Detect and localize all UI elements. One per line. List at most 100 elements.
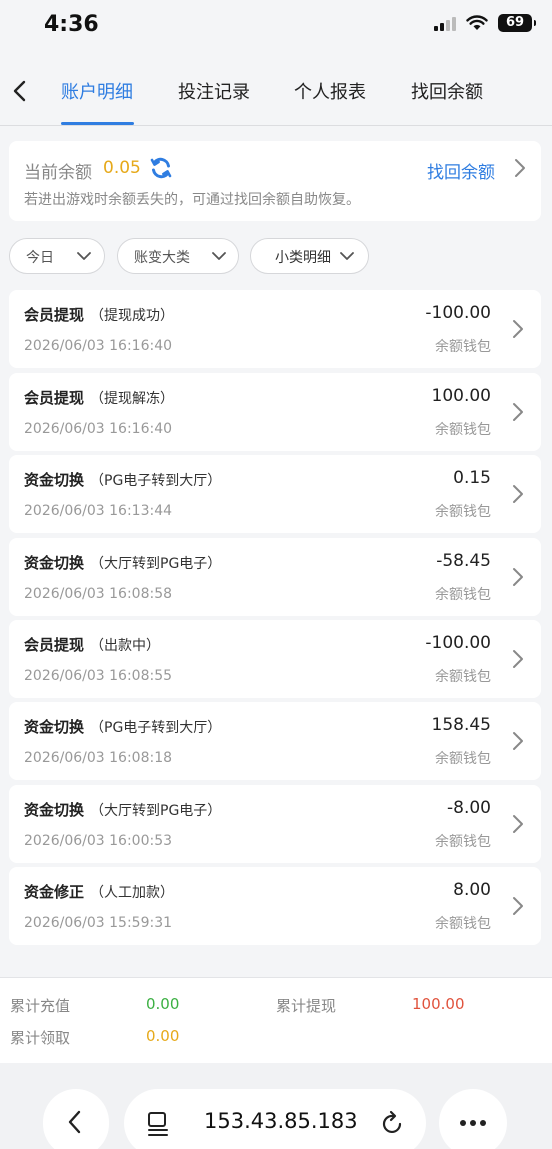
record-title: 会员提现 （提现成功） xyxy=(24,304,174,325)
filter-subcategory[interactable]: 小类明细 xyxy=(250,238,369,274)
record-wallet: 余额钱包 xyxy=(435,751,491,767)
record-wallet: 余额钱包 xyxy=(435,504,491,520)
record-subtype: （PG电子转到大厅） xyxy=(90,473,222,489)
record-time: 2026/06/03 16:13:44 xyxy=(24,503,173,519)
wifi-icon xyxy=(466,15,488,30)
record-wallet: 余额钱包 xyxy=(435,339,491,355)
record-subtype: （人工加款） xyxy=(90,885,175,901)
chevron-down-icon xyxy=(77,252,91,260)
status-bar: 4:36 69 xyxy=(0,0,552,56)
cellular-signal-icon xyxy=(434,15,456,31)
balance-hint: 若进出游戏时余额丢失的，可通过找回余额自助恢复。 xyxy=(24,192,360,208)
filter-category-label: 账变大类 xyxy=(134,250,190,266)
total-claim-label: 累计领取 xyxy=(10,1029,71,1047)
address-url: 153.43.85.183 xyxy=(204,1109,358,1133)
record-amount: 158.45 xyxy=(431,715,491,735)
record-item[interactable]: 会员提现 （提现解冻） 2026/06/03 16:16:40 100.00 余额… xyxy=(9,373,541,451)
record-title: 资金切换 （PG电子转到大厅） xyxy=(24,716,221,737)
refresh-icon[interactable] xyxy=(149,156,173,180)
recover-balance-link[interactable]: 找回余额 xyxy=(427,158,495,183)
reload-icon[interactable] xyxy=(380,1109,406,1137)
address-bar[interactable]: 153.43.85.183 xyxy=(124,1089,426,1149)
record-subtype: （大厅转到PG电子） xyxy=(90,556,222,572)
filter-date-label: 今日 xyxy=(26,250,54,266)
browser-more-button[interactable] xyxy=(439,1089,507,1149)
record-item[interactable]: 会员提现 （提现成功） 2026/06/03 16:16:40 -100.00 余… xyxy=(9,290,541,368)
chevron-down-icon xyxy=(212,252,226,260)
chevron-right-icon[interactable] xyxy=(513,157,527,179)
balance-label: 当前余额 xyxy=(24,163,92,183)
chevron-down-icon xyxy=(340,252,354,260)
record-title: 资金切换 （大厅转到PG电子） xyxy=(24,552,221,573)
record-subtype: （出款中） xyxy=(90,638,161,654)
total-withdraw-label: 累计提现 xyxy=(276,997,337,1015)
record-item[interactable]: 会员提现 （出款中） 2026/06/03 16:08:55 -100.00 余额… xyxy=(9,620,541,698)
tab-recover-balance[interactable]: 找回余额 xyxy=(411,78,483,104)
record-subtype: （提现成功） xyxy=(90,308,175,324)
chevron-right-icon xyxy=(513,897,523,915)
total-recharge-value: 0.00 xyxy=(146,995,180,1013)
back-arrow-icon xyxy=(68,1110,81,1134)
browser-toolbar: 153.43.85.183 xyxy=(0,1063,552,1149)
record-type: 会员提现 xyxy=(24,636,85,654)
top-nav: 账户明细 投注记录 个人报表 找回余额 xyxy=(0,56,552,126)
record-amount: -58.45 xyxy=(436,551,491,571)
chevron-right-icon xyxy=(513,485,523,503)
record-time: 2026/06/03 16:08:58 xyxy=(24,586,173,602)
record-amount: -100.00 xyxy=(425,303,491,323)
tab-account-details[interactable]: 账户明细 xyxy=(61,78,133,104)
filter-category[interactable]: 账变大类 xyxy=(117,238,239,274)
tab-bet-records[interactable]: 投注记录 xyxy=(178,78,250,104)
record-subtype: （提现解冻） xyxy=(90,391,175,407)
total-recharge-label: 累计充值 xyxy=(10,997,71,1015)
record-type: 资金切换 xyxy=(24,471,85,489)
record-item[interactable]: 资金切换 （大厅转到PG电子） 2026/06/03 16:00:53 -8.00… xyxy=(9,785,541,863)
record-title: 资金切换 （大厅转到PG电子） xyxy=(24,799,221,820)
record-amount: 8.00 xyxy=(453,880,491,900)
total-withdraw-value: 100.00 xyxy=(412,995,465,1013)
more-dots-icon xyxy=(460,1120,486,1126)
browser-back-button[interactable] xyxy=(43,1089,109,1149)
record-type: 会员提现 xyxy=(24,306,85,324)
record-item[interactable]: 资金修正 （人工加款） 2026/06/03 15:59:31 8.00 余额钱包 xyxy=(9,867,541,945)
record-subtype: （PG电子转到大厅） xyxy=(90,720,222,736)
record-item[interactable]: 资金切换 （PG电子转到大厅） 2026/06/03 16:13:44 0.15 … xyxy=(9,455,541,533)
summary-panel: 累计充值 0.00 累计提现 100.00 累计领取 0.00 xyxy=(0,977,552,1063)
back-arrow-icon[interactable] xyxy=(8,76,32,106)
status-time: 4:36 xyxy=(44,12,99,37)
record-type: 资金切换 xyxy=(24,554,85,572)
active-tab-indicator xyxy=(61,122,134,125)
total-claim-value: 0.00 xyxy=(146,1027,180,1045)
status-icons: 69 xyxy=(434,14,536,32)
record-time: 2026/06/03 16:08:55 xyxy=(24,668,173,684)
record-wallet: 余额钱包 xyxy=(435,422,491,438)
chevron-right-icon xyxy=(513,403,523,421)
tab-overview-icon[interactable] xyxy=(146,1111,170,1137)
chevron-right-icon xyxy=(513,815,523,833)
filter-date[interactable]: 今日 xyxy=(9,238,105,274)
filter-subcategory-label: 小类明细 xyxy=(275,250,331,266)
record-time: 2026/06/03 16:00:53 xyxy=(24,833,173,849)
chevron-right-icon xyxy=(513,568,523,586)
battery-icon: 69 xyxy=(498,14,536,32)
chevron-right-icon xyxy=(513,732,523,750)
tab-personal-report[interactable]: 个人报表 xyxy=(294,78,366,104)
record-title: 资金切换 （PG电子转到大厅） xyxy=(24,469,221,490)
record-item[interactable]: 资金切换 （大厅转到PG电子） 2026/06/03 16:08:58 -58.4… xyxy=(9,538,541,616)
chevron-right-icon xyxy=(513,650,523,668)
record-amount: 0.15 xyxy=(453,468,491,488)
balance-card: 当前余额 0.05 找回余额 若进出游戏时余额丢失的，可通过找回余额自助恢复。 xyxy=(9,141,541,221)
record-wallet: 余额钱包 xyxy=(435,916,491,932)
record-type: 资金修正 xyxy=(24,883,85,901)
record-item[interactable]: 资金切换 （PG电子转到大厅） 2026/06/03 16:08:18 158.4… xyxy=(9,702,541,780)
record-time: 2026/06/03 15:59:31 xyxy=(24,915,173,931)
record-subtype: （大厅转到PG电子） xyxy=(90,803,222,819)
record-amount: -100.00 xyxy=(425,633,491,653)
record-title: 资金修正 （人工加款） xyxy=(24,881,174,902)
record-amount: 100.00 xyxy=(431,386,491,406)
record-time: 2026/06/03 16:08:18 xyxy=(24,750,173,766)
record-amount: -8.00 xyxy=(447,798,491,818)
record-wallet: 余额钱包 xyxy=(435,587,491,603)
record-title: 会员提现 （出款中） xyxy=(24,634,160,655)
record-type: 会员提现 xyxy=(24,389,85,407)
